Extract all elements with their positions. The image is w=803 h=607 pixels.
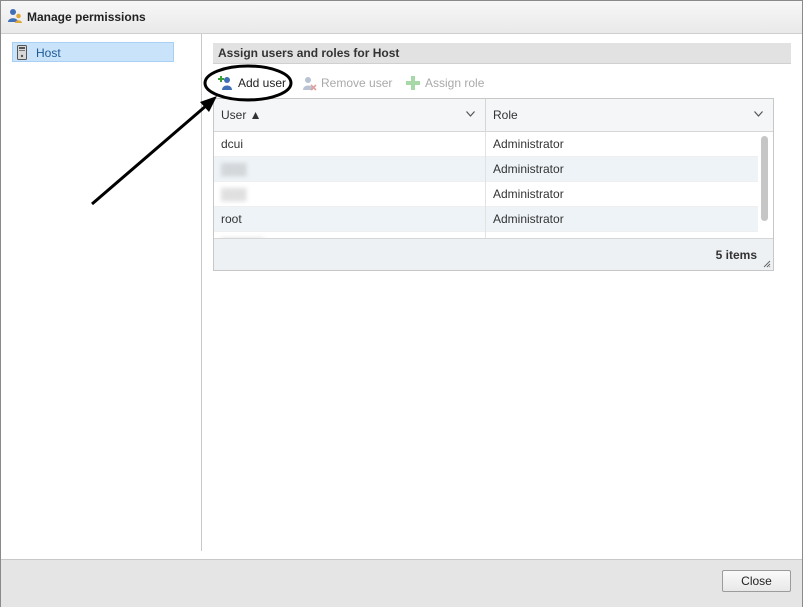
assign-role-button[interactable]: Assign role (405, 73, 484, 93)
role-cell: Administrator (493, 162, 564, 176)
sidebar-item-host[interactable]: Host (12, 42, 174, 62)
scrollbar-thumb[interactable] (761, 136, 768, 221)
user-cell: dcui (221, 137, 244, 151)
table-row[interactable]: dcui Administrator (214, 132, 758, 157)
item-count: 5 items (715, 248, 757, 262)
remove-user-button[interactable]: Remove user (301, 73, 392, 93)
column-header-label: User ▲ (221, 108, 262, 122)
manage-permissions-dialog: Manage permissions Host Assign users and… (0, 0, 803, 607)
permissions-toolbar: Add user Remove user Assign role (213, 73, 791, 95)
column-header-role[interactable]: Role (486, 99, 773, 131)
section-header: Assign users and roles for Host (213, 43, 791, 64)
user-cell-redacted: ▒▒▒ (221, 187, 247, 201)
add-user-button[interactable]: Add user (218, 73, 286, 93)
table-row[interactable]: ▒▒▒ Administrator (214, 157, 758, 182)
column-header-label: Role (493, 108, 518, 122)
chevron-down-icon[interactable] (754, 111, 763, 117)
remove-user-label: Remove user (321, 76, 393, 90)
close-button[interactable]: Close (722, 570, 791, 592)
user-cell: root (221, 212, 242, 226)
navigation-pane: Host (1, 34, 202, 551)
sidebar-item-label: Host (36, 46, 61, 60)
chevron-down-icon[interactable] (466, 111, 475, 117)
grid-scrollbar[interactable] (760, 134, 769, 236)
table-row[interactable]: root Administrator (214, 207, 758, 232)
grid-rows: dcui Administrator ▒▒▒ Administrator ▒▒▒… (214, 132, 758, 238)
add-user-icon (218, 76, 232, 90)
remove-user-icon (303, 77, 317, 91)
user-group-icon (8, 9, 22, 23)
grid-header: User ▲ Role (214, 99, 773, 132)
section-title: Assign users and roles for Host (218, 46, 400, 60)
assign-role-label: Assign role (425, 76, 485, 90)
resize-grip-icon[interactable] (763, 260, 771, 268)
role-cell: Administrator (493, 212, 564, 226)
add-user-label: Add user (238, 76, 287, 90)
dialog-title: Manage permissions (27, 10, 146, 24)
user-cell-redacted: ▒▒▒ (221, 162, 247, 176)
role-cell: Administrator (493, 187, 564, 201)
table-row[interactable]: ▒▒▒ Administrator (214, 182, 758, 207)
column-divider (485, 132, 486, 238)
dialog-footer: Close (1, 559, 802, 607)
permissions-grid: User ▲ Role dcui Administrator ▒▒▒ Admin… (213, 98, 774, 271)
plus-icon (406, 76, 420, 90)
role-cell: Administrator (493, 137, 564, 151)
host-server-icon (17, 45, 27, 60)
grid-footer: 5 items (214, 238, 773, 270)
dialog-titlebar[interactable]: Manage permissions (1, 1, 802, 34)
column-header-user[interactable]: User ▲ (214, 99, 486, 131)
